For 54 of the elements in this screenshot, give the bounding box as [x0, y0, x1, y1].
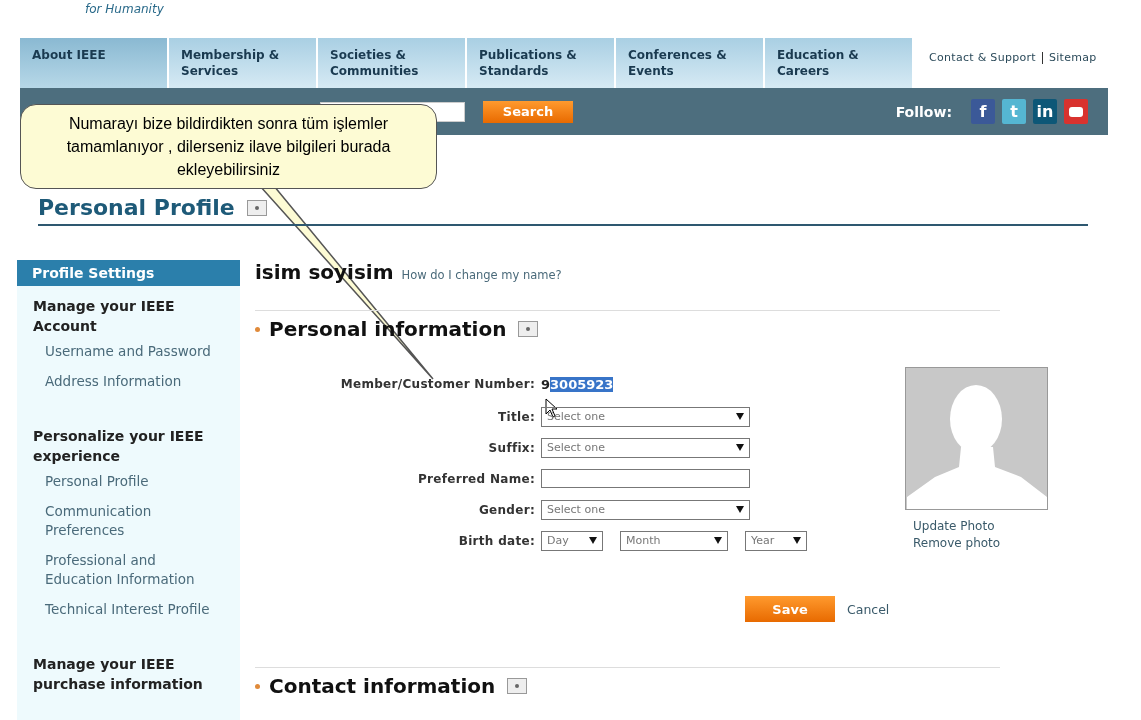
field-label: Title:: [497, 409, 535, 424]
nav-tab[interactable]: About IEEE: [20, 38, 167, 88]
field-label: Suffix:: [487, 440, 535, 455]
field-label: Gender:: [477, 502, 535, 517]
dropdown-arrow-icon: [736, 413, 744, 420]
select-field[interactable]: Day: [541, 530, 603, 551]
nav-tab[interactable]: Membership & Services: [169, 38, 316, 88]
sidebar-link[interactable]: Professional and Education Information: [33, 551, 224, 589]
nav-tab[interactable]: Conferences & Events: [616, 38, 763, 88]
sidebar-group-title: Manage your IEEE Account: [33, 297, 176, 336]
select-field[interactable]: Select one: [541, 499, 750, 520]
sidebar-header: Profile Settings: [17, 260, 240, 286]
social-icon[interactable]: f: [971, 99, 995, 124]
member-number: 93005923: [541, 376, 615, 392]
dropdown-arrow-icon: [736, 506, 744, 513]
select-field[interactable]: Select one: [541, 437, 750, 458]
dropdown-arrow-icon: [793, 537, 801, 544]
bullet-icon: [255, 683, 260, 689]
help-icon[interactable]: [246, 199, 267, 216]
follow-label: Follow:: [895, 103, 952, 120]
header-link[interactable]: Sitemap: [1048, 51, 1097, 64]
sidebar-link[interactable]: Technical Interest Profile: [33, 600, 224, 619]
section-heading: Contact information: [269, 674, 496, 698]
help-icon[interactable]: [518, 321, 539, 337]
input-field[interactable]: [541, 469, 750, 488]
instruction-tooltip: Numarayı bize bildirdikten sonra tüm işlemler tamamlanıyor , dilerseniz ilave bilgileri burada ekleyebilirsiniz: [20, 104, 437, 189]
field-label: Member/Customer Number:: [339, 377, 535, 391]
field-label: Birth date:: [457, 533, 535, 548]
social-icon[interactable]: in: [1033, 99, 1057, 124]
sidebar-link[interactable]: Address Information: [33, 372, 224, 391]
select-field[interactable]: Year: [745, 530, 807, 551]
photo-link[interactable]: Update Photo: [905, 518, 1048, 535]
sidebar-link[interactable]: Username and Password: [33, 342, 224, 361]
bullet-icon: [255, 326, 260, 332]
nav-tab[interactable]: Publications & Standards: [467, 38, 614, 88]
help-icon[interactable]: [507, 678, 528, 694]
photo-link[interactable]: Remove photo: [905, 535, 1048, 552]
dropdown-arrow-icon: [714, 537, 722, 544]
change-name-link[interactable]: How do I change my name?: [401, 268, 562, 282]
sidebar-group-title: Personalize your IEEE experience: [33, 427, 205, 466]
nav-tab[interactable]: Education & Careers: [765, 38, 912, 88]
logo-tagline: for Humanity: [85, 3, 164, 15]
dropdown-arrow-icon: [589, 537, 597, 544]
sidebar-group-title: Manage your IEEE purchase information: [33, 655, 204, 694]
social-icon[interactable]: [1064, 99, 1088, 124]
cancel-link[interactable]: Cancel: [847, 601, 890, 617]
sidebar-link[interactable]: Communication Preferences: [33, 502, 224, 540]
page-title: Personal Profile: [38, 195, 235, 220]
field-label: Preferred Name:: [416, 471, 535, 486]
nav-tab[interactable]: Societies & Communities: [318, 38, 465, 88]
header-link[interactable]: Contact & Support: [929, 51, 1036, 64]
sidebar-link[interactable]: Personal Profile: [33, 472, 224, 491]
select-field[interactable]: Month: [620, 530, 728, 551]
dropdown-arrow-icon: [736, 444, 744, 451]
